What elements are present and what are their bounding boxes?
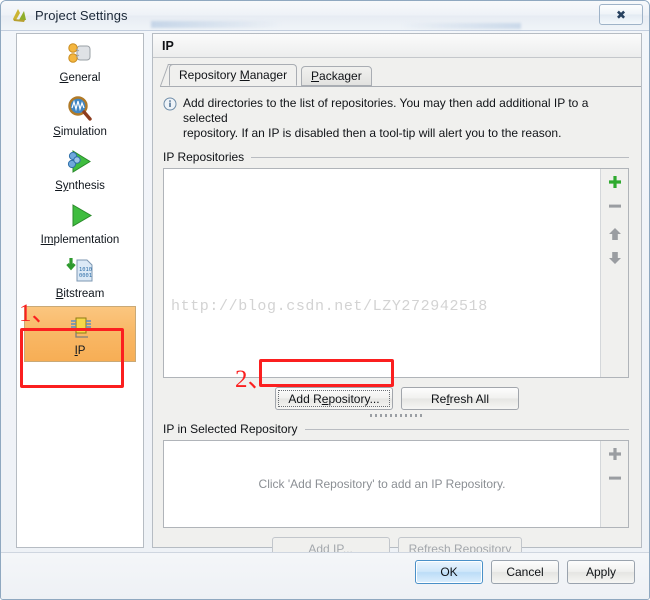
- tab-label: Packager: [311, 69, 362, 83]
- sidebar-item-synthesis[interactable]: Synthesis: [17, 142, 143, 196]
- tab-strip: Repository Manager Packager: [160, 64, 641, 87]
- add-repository-plus-icon[interactable]: [607, 174, 623, 193]
- add-repository-button-wrapper: Add Repository...: [275, 387, 393, 410]
- group-separator: [304, 428, 629, 430]
- window-title: Project Settings: [35, 8, 128, 23]
- add-repository-button[interactable]: Add Repository...: [275, 387, 393, 410]
- close-button[interactable]: ✖: [599, 4, 643, 25]
- group-label-text: IP Repositories: [163, 150, 245, 164]
- annotation-number-2: 2、: [235, 366, 273, 393]
- project-settings-dialog: Project Settings ✖ General Simulation Sy…: [0, 0, 650, 600]
- ip-repositories-controls: [600, 169, 628, 377]
- button-label: Cancel: [506, 565, 544, 579]
- bitstream-icon: 1010 0001: [63, 256, 97, 286]
- vivado-logo-icon: [10, 7, 28, 25]
- group-separator: [251, 156, 629, 158]
- annotation-number-1: 1、: [19, 300, 57, 327]
- ip-list-controls: [600, 441, 628, 527]
- tab-packager[interactable]: Packager: [301, 66, 372, 86]
- sidebar-item-label: General: [59, 72, 101, 84]
- apply-button[interactable]: Apply: [567, 560, 635, 584]
- title-decoration-left: [151, 21, 441, 28]
- general-icon: [63, 40, 97, 70]
- ip-repositories-group-label: IP Repositories: [163, 150, 629, 164]
- window-controls: ✖: [599, 4, 643, 25]
- remove-repository-minus-icon[interactable]: [607, 198, 623, 217]
- info-line-1: Add directories to the list of repositor…: [183, 96, 589, 125]
- sidebar-item-implementation[interactable]: Implementation: [17, 196, 143, 250]
- ok-button[interactable]: OK: [415, 560, 483, 584]
- dialog-body: General Simulation Synthesis Implementat…: [8, 33, 642, 560]
- button-label: Apply: [585, 565, 617, 579]
- implementation-icon: [63, 202, 97, 232]
- button-label: OK: [440, 565, 458, 579]
- ip-repositories-list[interactable]: [163, 168, 629, 378]
- ip-repositories-list-area[interactable]: [164, 169, 600, 377]
- refresh-all-button[interactable]: Refresh All: [401, 387, 519, 410]
- sidebar-item-label: Synthesis: [55, 180, 105, 192]
- settings-category-sidebar: General Simulation Synthesis Implementat…: [16, 33, 144, 548]
- sidebar-item-label: Bitstream: [55, 288, 105, 300]
- ip-in-selected-repository-group-label: IP in Selected Repository: [163, 422, 629, 436]
- repository-buttons-row: Add Repository... Refresh All: [153, 387, 641, 410]
- ip-settings-panel: IP Repository Manager Packager Add direc…: [152, 33, 642, 560]
- synthesis-icon: [63, 148, 97, 178]
- sidebar-item-label: Simulation: [53, 126, 107, 138]
- add-ip-plus-icon[interactable]: [607, 446, 623, 465]
- tab-label: Repository Manager: [179, 68, 288, 82]
- info-line-2: repository. If an IP is disabled then a …: [183, 126, 562, 140]
- splitter-handle[interactable]: [370, 414, 424, 417]
- title-decoration-right: [401, 23, 521, 29]
- tab-repository-manager[interactable]: Repository Manager: [169, 64, 298, 86]
- svg-text:0001: 0001: [79, 273, 92, 279]
- move-down-arrow-icon[interactable]: [607, 250, 623, 269]
- panel-title: IP: [153, 34, 641, 58]
- sidebar-item-label: Implementation: [40, 234, 120, 246]
- title-bar: Project Settings ✖: [1, 1, 649, 31]
- sidebar-item-simulation[interactable]: Simulation: [17, 88, 143, 142]
- ip-list-area[interactable]: Click 'Add Repository' to add an IP Repo…: [164, 441, 600, 527]
- group-label-text: IP in Selected Repository: [163, 422, 298, 436]
- move-up-arrow-icon[interactable]: [607, 226, 623, 245]
- ip-list-placeholder: Click 'Add Repository' to add an IP Repo…: [258, 477, 506, 491]
- sidebar-item-label: IP: [74, 345, 86, 357]
- button-label: Refresh All: [430, 391, 490, 406]
- ip-in-selected-repository-list[interactable]: Click 'Add Repository' to add an IP Repo…: [163, 440, 629, 528]
- ip-icon: [63, 313, 97, 343]
- dialog-action-buttons: OK Cancel Apply: [415, 560, 635, 584]
- info-text: Add directories to the list of repositor…: [183, 96, 631, 141]
- cancel-button[interactable]: Cancel: [491, 560, 559, 584]
- sidebar-item-general[interactable]: General: [17, 34, 143, 88]
- close-icon: ✖: [615, 7, 627, 22]
- info-message: Add directories to the list of repositor…: [163, 96, 631, 141]
- simulation-icon: [63, 94, 97, 124]
- focus-ring: [278, 390, 390, 407]
- remove-ip-minus-icon[interactable]: [607, 470, 623, 489]
- dialog-footer: OK Cancel Apply: [1, 552, 649, 599]
- info-icon: [163, 97, 177, 111]
